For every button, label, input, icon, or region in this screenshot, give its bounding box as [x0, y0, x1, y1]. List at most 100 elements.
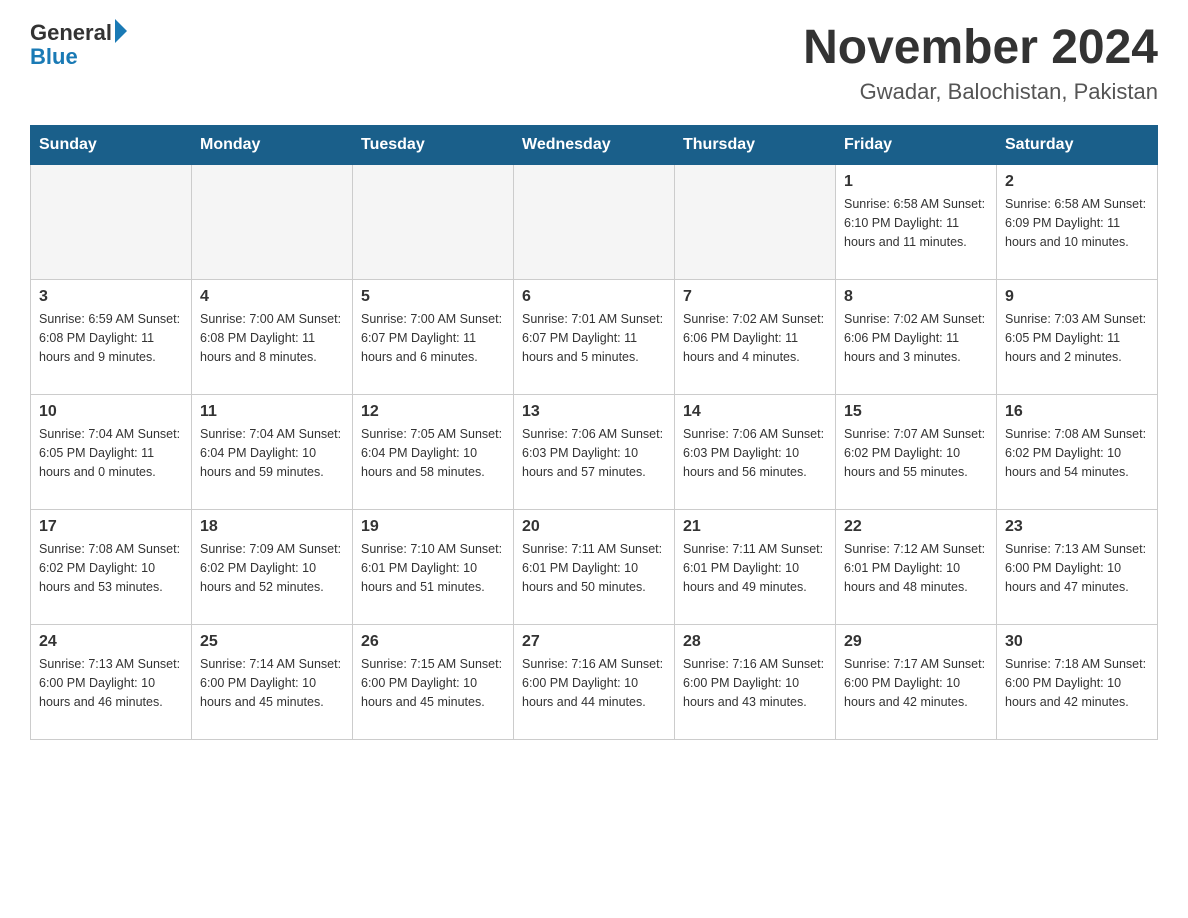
day-info: Sunrise: 7:12 AM Sunset: 6:01 PM Dayligh… — [844, 540, 988, 596]
day-info: Sunrise: 7:16 AM Sunset: 6:00 PM Dayligh… — [522, 655, 666, 711]
calendar-cell — [192, 165, 353, 280]
day-number: 12 — [361, 403, 505, 421]
day-number: 21 — [683, 518, 827, 536]
day-info: Sunrise: 7:00 AM Sunset: 6:08 PM Dayligh… — [200, 310, 344, 366]
day-info: Sunrise: 7:13 AM Sunset: 6:00 PM Dayligh… — [39, 655, 183, 711]
day-info: Sunrise: 7:11 AM Sunset: 6:01 PM Dayligh… — [683, 540, 827, 596]
calendar-cell: 14Sunrise: 7:06 AM Sunset: 6:03 PM Dayli… — [675, 395, 836, 510]
calendar-week-2: 3Sunrise: 6:59 AM Sunset: 6:08 PM Daylig… — [31, 280, 1158, 395]
calendar-cell: 7 Sunrise: 7:02 AM Sunset: 6:06 PM Daylig… — [675, 280, 836, 395]
calendar-cell — [353, 165, 514, 280]
day-info: Sunrise: 7:09 AM Sunset: 6:02 PM Dayligh… — [200, 540, 344, 596]
day-info: Sunrise: 7:04 AM Sunset: 6:05 PM Dayligh… — [39, 425, 183, 481]
calendar-week-1: 1 Sunrise: 6:58 AM Sunset: 6:10 PM Daylig… — [31, 165, 1158, 280]
day-number: 30 — [1005, 633, 1149, 651]
day-number: 20 — [522, 518, 666, 536]
calendar-cell: 2 Sunrise: 6:58 AM Sunset: 6:09 PM Daylig… — [997, 165, 1158, 280]
day-info: Sunrise: 7:18 AM Sunset: 6:00 PM Dayligh… — [1005, 655, 1149, 711]
calendar-title: November 2024 — [803, 20, 1158, 75]
day-info: Sunrise: 7:06 AM Sunset: 6:03 PM Dayligh… — [683, 425, 827, 481]
day-info: Sunrise: 6:58 AM Sunset: 6:09 PM Dayligh… — [1005, 195, 1149, 251]
calendar-cell — [31, 165, 192, 280]
day-number: 2 — [1005, 173, 1149, 191]
calendar-cell: 25 Sunrise: 7:14 AM Sunset: 6:00 PM Dayli… — [192, 625, 353, 740]
logo-blue-text: Blue — [30, 44, 78, 70]
day-info: Sunrise: 7:16 AM Sunset: 6:00 PM Dayligh… — [683, 655, 827, 711]
day-info: Sunrise: 7:08 AM Sunset: 6:02 PM Dayligh… — [1005, 425, 1149, 481]
calendar-cell: 16 Sunrise: 7:08 AM Sunset: 6:02 PM Dayli… — [997, 395, 1158, 510]
title-section: November 2024 Gwadar, Balochistan, Pakis… — [803, 20, 1158, 105]
calendar-cell: 30 Sunrise: 7:18 AM Sunset: 6:00 PM Dayli… — [997, 625, 1158, 740]
calendar-week-5: 24 Sunrise: 7:13 AM Sunset: 6:00 PM Dayli… — [31, 625, 1158, 740]
day-number: 23 — [1005, 518, 1149, 536]
calendar-cell — [514, 165, 675, 280]
calendar-cell: 3Sunrise: 6:59 AM Sunset: 6:08 PM Daylig… — [31, 280, 192, 395]
day-info: Sunrise: 7:07 AM Sunset: 6:02 PM Dayligh… — [844, 425, 988, 481]
day-number: 26 — [361, 633, 505, 651]
calendar-cell: 4 Sunrise: 7:00 AM Sunset: 6:08 PM Daylig… — [192, 280, 353, 395]
day-number: 9 — [1005, 288, 1149, 306]
calendar-cell: 11 Sunrise: 7:04 AM Sunset: 6:04 PM Dayli… — [192, 395, 353, 510]
day-number: 1 — [844, 173, 988, 191]
day-number: 19 — [361, 518, 505, 536]
calendar-week-3: 10 Sunrise: 7:04 AM Sunset: 6:05 PM Dayli… — [31, 395, 1158, 510]
calendar-cell: 19 Sunrise: 7:10 AM Sunset: 6:01 PM Dayli… — [353, 510, 514, 625]
day-number: 16 — [1005, 403, 1149, 421]
calendar-cell: 12 Sunrise: 7:05 AM Sunset: 6:04 PM Dayli… — [353, 395, 514, 510]
calendar-cell: 10 Sunrise: 7:04 AM Sunset: 6:05 PM Dayli… — [31, 395, 192, 510]
day-number: 22 — [844, 518, 988, 536]
day-number: 29 — [844, 633, 988, 651]
calendar-cell: 17 Sunrise: 7:08 AM Sunset: 6:02 PM Dayli… — [31, 510, 192, 625]
day-info: Sunrise: 7:14 AM Sunset: 6:00 PM Dayligh… — [200, 655, 344, 711]
day-number: 18 — [200, 518, 344, 536]
calendar-cell: 23 Sunrise: 7:13 AM Sunset: 6:00 PM Dayli… — [997, 510, 1158, 625]
calendar-header-row: SundayMondayTuesdayWednesdayThursdayFrid… — [31, 126, 1158, 165]
day-header-tuesday: Tuesday — [353, 126, 514, 165]
calendar-cell: 28 Sunrise: 7:16 AM Sunset: 6:00 PM Dayli… — [675, 625, 836, 740]
logo: General Blue — [30, 20, 127, 70]
day-header-wednesday: Wednesday — [514, 126, 675, 165]
day-info: Sunrise: 7:04 AM Sunset: 6:04 PM Dayligh… — [200, 425, 344, 481]
calendar-cell: 9 Sunrise: 7:03 AM Sunset: 6:05 PM Daylig… — [997, 280, 1158, 395]
day-number: 10 — [39, 403, 183, 421]
day-header-saturday: Saturday — [997, 126, 1158, 165]
day-number: 11 — [200, 403, 344, 421]
day-info: Sunrise: 7:00 AM Sunset: 6:07 PM Dayligh… — [361, 310, 505, 366]
day-number: 4 — [200, 288, 344, 306]
day-header-thursday: Thursday — [675, 126, 836, 165]
calendar-week-4: 17 Sunrise: 7:08 AM Sunset: 6:02 PM Dayli… — [31, 510, 1158, 625]
day-info: Sunrise: 7:03 AM Sunset: 6:05 PM Dayligh… — [1005, 310, 1149, 366]
day-info: Sunrise: 7:11 AM Sunset: 6:01 PM Dayligh… — [522, 540, 666, 596]
day-info: Sunrise: 7:01 AM Sunset: 6:07 PM Dayligh… — [522, 310, 666, 366]
calendar-cell: 15Sunrise: 7:07 AM Sunset: 6:02 PM Dayli… — [836, 395, 997, 510]
day-number: 7 — [683, 288, 827, 306]
day-number: 6 — [522, 288, 666, 306]
day-info: Sunrise: 7:02 AM Sunset: 6:06 PM Dayligh… — [844, 310, 988, 366]
calendar-table: SundayMondayTuesdayWednesdayThursdayFrid… — [30, 125, 1158, 740]
calendar-cell: 13Sunrise: 7:06 AM Sunset: 6:03 PM Dayli… — [514, 395, 675, 510]
day-info: Sunrise: 6:58 AM Sunset: 6:10 PM Dayligh… — [844, 195, 988, 251]
calendar-cell: 18 Sunrise: 7:09 AM Sunset: 6:02 PM Dayli… — [192, 510, 353, 625]
day-info: Sunrise: 7:05 AM Sunset: 6:04 PM Dayligh… — [361, 425, 505, 481]
calendar-cell: 22 Sunrise: 7:12 AM Sunset: 6:01 PM Dayli… — [836, 510, 997, 625]
day-number: 24 — [39, 633, 183, 651]
day-info: Sunrise: 7:06 AM Sunset: 6:03 PM Dayligh… — [522, 425, 666, 481]
day-info: Sunrise: 7:10 AM Sunset: 6:01 PM Dayligh… — [361, 540, 505, 596]
day-number: 17 — [39, 518, 183, 536]
calendar-cell: 21 Sunrise: 7:11 AM Sunset: 6:01 PM Dayli… — [675, 510, 836, 625]
day-info: Sunrise: 7:15 AM Sunset: 6:00 PM Dayligh… — [361, 655, 505, 711]
day-info: Sunrise: 7:08 AM Sunset: 6:02 PM Dayligh… — [39, 540, 183, 596]
day-info: Sunrise: 7:13 AM Sunset: 6:00 PM Dayligh… — [1005, 540, 1149, 596]
day-header-sunday: Sunday — [31, 126, 192, 165]
calendar-cell: 24 Sunrise: 7:13 AM Sunset: 6:00 PM Dayli… — [31, 625, 192, 740]
logo-arrow-icon — [115, 19, 127, 43]
calendar-subtitle: Gwadar, Balochistan, Pakistan — [803, 79, 1158, 105]
day-number: 27 — [522, 633, 666, 651]
day-number: 28 — [683, 633, 827, 651]
day-info: Sunrise: 7:02 AM Sunset: 6:06 PM Dayligh… — [683, 310, 827, 366]
calendar-cell: 6 Sunrise: 7:01 AM Sunset: 6:07 PM Daylig… — [514, 280, 675, 395]
day-header-monday: Monday — [192, 126, 353, 165]
day-number: 25 — [200, 633, 344, 651]
calendar-cell — [675, 165, 836, 280]
day-header-friday: Friday — [836, 126, 997, 165]
